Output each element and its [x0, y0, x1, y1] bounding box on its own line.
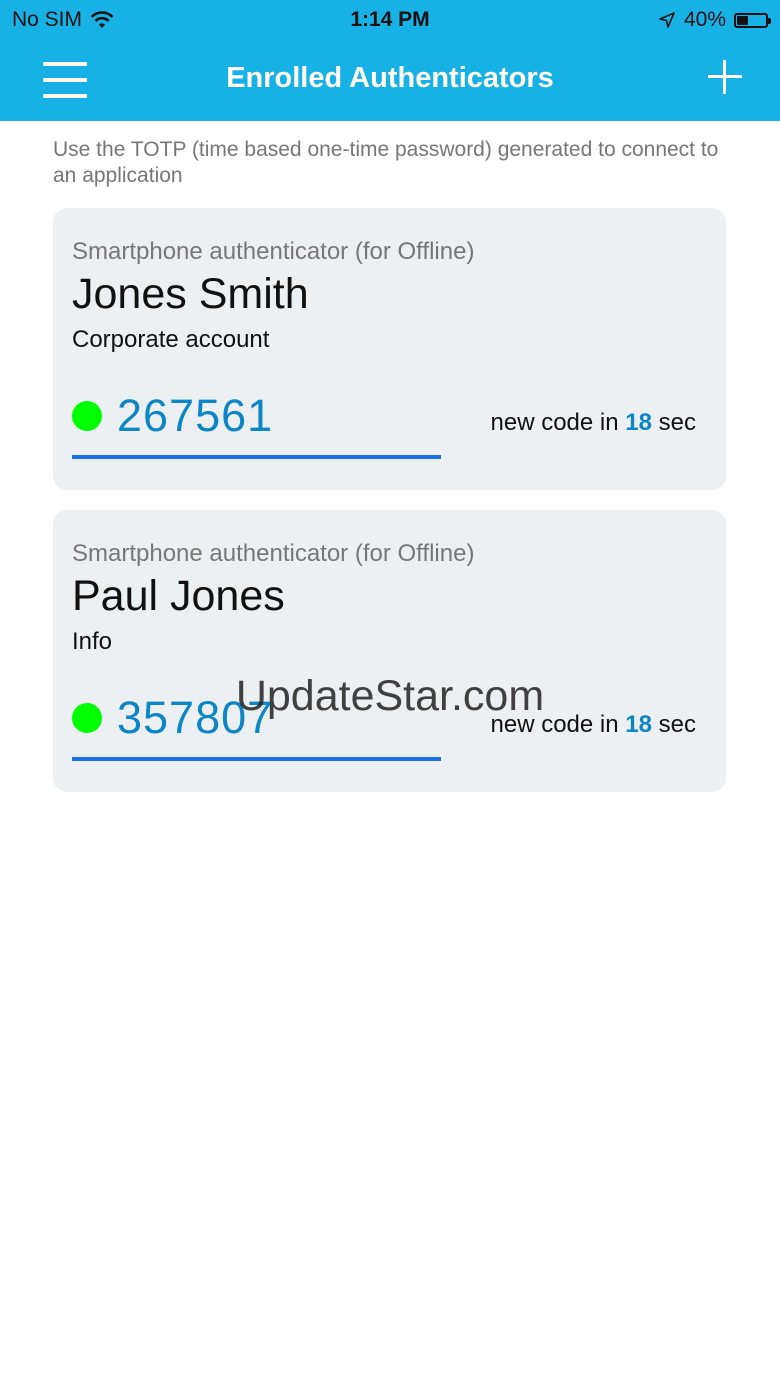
- authenticator-type: Smartphone authenticator (for Offline): [72, 540, 475, 567]
- account-name: Jones Smith: [72, 270, 309, 318]
- nav-bar: Enrolled Authenticators: [0, 40, 780, 121]
- status-right: 40%: [658, 8, 771, 32]
- timer-suffix: sec: [658, 409, 696, 436]
- add-authenticator-button[interactable]: [706, 58, 744, 96]
- watermark: UpdateStar.com: [235, 672, 545, 720]
- account-description: Info: [72, 628, 113, 655]
- battery-fill: [737, 15, 749, 25]
- authenticator-card[interactable]: Smartphone authenticator (for Offline) P…: [53, 510, 726, 792]
- status-dot: [72, 401, 102, 431]
- timer-prefix: new code in: [490, 409, 619, 436]
- page-title: Enrolled Authenticators: [226, 62, 554, 94]
- battery-percent: 40%: [683, 8, 726, 31]
- totp-code[interactable]: 267561: [117, 390, 273, 442]
- battery-icon: [734, 12, 771, 28]
- code-underline: [72, 455, 441, 459]
- status-bar: No SIM 1:14 PM 40%: [0, 0, 780, 40]
- authenticator-type: Smartphone authenticator (for Offline): [72, 238, 475, 265]
- timer-seconds: 18: [625, 409, 652, 436]
- intro-text: Use the TOTP (time based one-time passwo…: [53, 138, 719, 187]
- account-name: Paul Jones: [72, 572, 285, 620]
- authenticator-card[interactable]: Smartphone authenticator (for Offline) J…: [53, 208, 726, 490]
- location-arrow-icon: [659, 12, 675, 28]
- account-description: Corporate account: [72, 326, 270, 353]
- code-underline: [72, 757, 441, 761]
- code-timer: new code in 18 sec: [491, 409, 697, 437]
